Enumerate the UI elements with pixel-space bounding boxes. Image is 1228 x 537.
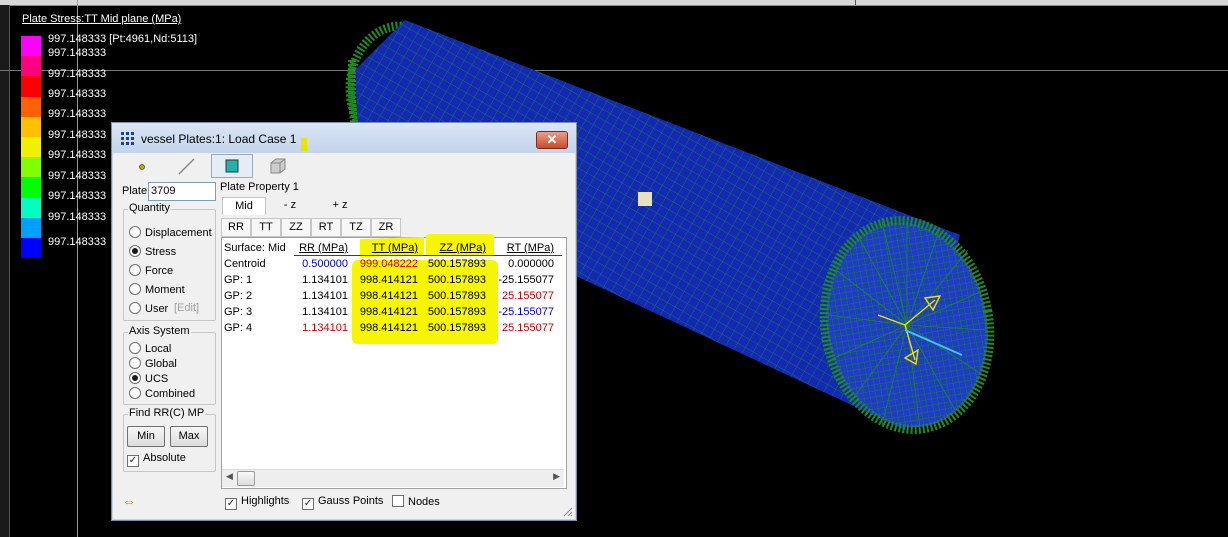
gauss-points-checkbox[interactable]: ✓ Gauss Points xyxy=(302,495,383,510)
scroll-left-icon[interactable]: ◀ xyxy=(226,471,233,482)
axis-combined-radio[interactable]: Combined xyxy=(129,387,195,400)
quantity-stress-radio[interactable]: Stress xyxy=(129,245,176,258)
legend-swatch xyxy=(21,56,41,77)
tab-surface-mid[interactable]: Mid xyxy=(222,197,266,215)
tab-surface-minus-z[interactable]: - z xyxy=(272,197,308,214)
plate-number-label: Plate xyxy=(122,185,148,197)
legend-swatch xyxy=(21,237,41,259)
legend-swatch xyxy=(21,96,41,117)
find-group: Find RR(C) MP Min Max ✓ Absolute xyxy=(123,407,216,472)
legend-label: 997.148333 xyxy=(48,190,107,202)
plate-property-label: Plate Property 1 xyxy=(220,181,299,193)
table-header[interactable]: RT (MPa) xyxy=(490,242,554,254)
close-button[interactable]: ✕ xyxy=(536,131,568,149)
find-max-button[interactable]: Max xyxy=(170,426,208,447)
quantity-force-radio[interactable]: Force xyxy=(129,264,173,277)
grid-app-icon xyxy=(121,132,134,145)
legend-label-min: 997.148333 xyxy=(48,236,107,248)
plate-tool-icon xyxy=(225,159,239,173)
tab-component-rt[interactable]: RT xyxy=(311,218,341,237)
highlight-mark xyxy=(301,138,307,151)
highlights-checkbox[interactable]: ✓ Highlights xyxy=(225,495,289,510)
tab-component-tt[interactable]: TT xyxy=(251,218,281,237)
legend-label-max: 997.148333 [Pt:4961,Nd:5113] xyxy=(48,33,198,45)
node-tool-button[interactable] xyxy=(121,154,163,178)
quantity-moment-radio[interactable]: Moment xyxy=(129,283,185,296)
node-tool-icon xyxy=(139,164,145,170)
quantity-group: Quantity Displacement Stress Force Momen… xyxy=(123,202,216,321)
axis-global-radio[interactable]: Global xyxy=(129,357,177,370)
line-tool-icon xyxy=(178,158,195,175)
tab-surface-plus-z[interactable]: + z xyxy=(320,197,360,214)
table-horizontal-scrollbar[interactable]: ◀ ▶ xyxy=(222,469,564,487)
table-header: Surface: Mid xyxy=(224,242,286,254)
find-min-button[interactable]: Min xyxy=(127,426,165,447)
scroll-right-icon[interactable]: ▶ xyxy=(553,471,560,482)
resize-grip-icon[interactable] xyxy=(561,505,573,517)
quantity-user-radio[interactable]: User xyxy=(129,302,168,315)
axis-system-title: Axis System xyxy=(128,325,191,337)
legend-label: 997.148333 xyxy=(48,129,107,141)
legend-swatch xyxy=(21,177,41,198)
absolute-checkbox[interactable]: ✓ Absolute xyxy=(127,452,186,467)
dialog-title: vessel Plates:1: Load Case 1 xyxy=(141,132,297,146)
brick-tool-button[interactable] xyxy=(256,154,298,178)
tab-component-rr[interactable]: RR xyxy=(221,218,251,237)
legend-label: 997.148333 xyxy=(48,88,107,100)
selected-plate-marker[interactable] xyxy=(638,192,652,206)
tab-component-zz[interactable]: ZZ xyxy=(281,218,311,237)
dialog-titlebar[interactable]: vessel Plates:1: Load Case 1 ✕ xyxy=(112,123,576,153)
table-header[interactable]: RR (MPa) xyxy=(294,242,348,254)
legend-swatch xyxy=(21,157,41,178)
swap-arrows-icon[interactable]: ⇔ xyxy=(122,493,136,509)
legend-swatch xyxy=(21,136,41,158)
quantity-displacement-radio[interactable]: Displacement xyxy=(129,226,212,239)
axis-ucs-radio[interactable]: UCS xyxy=(129,372,168,385)
legend-label: 997.148333 xyxy=(48,170,107,182)
legend-swatch xyxy=(21,76,41,97)
legend-swatch xyxy=(21,197,41,218)
legend-color-bar xyxy=(21,36,41,259)
tab-component-zr[interactable]: ZR xyxy=(371,218,401,237)
legend-label: 997.148333 xyxy=(48,108,107,120)
legend-label: 997.148333 xyxy=(48,47,107,59)
legend-swatch xyxy=(21,217,41,238)
axis-system-group: Axis System Local Global UCS Combined xyxy=(123,325,216,405)
brick-tool-icon xyxy=(270,158,286,174)
user-edit-link[interactable]: [Edit] xyxy=(174,302,199,314)
plate-number-input[interactable]: 3709 xyxy=(148,182,216,201)
nodes-checkbox[interactable]: Nodes xyxy=(392,495,440,508)
scroll-thumb[interactable] xyxy=(237,471,255,486)
legend-label: 997.148333 xyxy=(48,211,107,223)
legend-label: 997.148333 xyxy=(48,149,107,161)
quantity-group-title: Quantity xyxy=(128,202,171,214)
legend-title: Plate Stress:TT Mid plane (MPa) xyxy=(22,13,182,25)
axis-local-radio[interactable]: Local xyxy=(129,342,171,355)
table-header[interactable]: TT (MPa) xyxy=(354,242,418,254)
legend-label: 997.148333 xyxy=(48,68,107,80)
tab-component-tz[interactable]: TZ xyxy=(341,218,371,237)
legend-swatch xyxy=(21,116,41,137)
header-divider xyxy=(294,255,562,256)
plate-tool-button[interactable] xyxy=(211,154,253,178)
plate-results-dialog[interactable]: vessel Plates:1: Load Case 1 ✕ Plate 370… xyxy=(111,122,577,521)
results-table[interactable]: Surface: Mid RR (MPa) TT (MPa) ZZ (MPa) … xyxy=(221,234,567,489)
entity-toolbar xyxy=(121,154,293,178)
table-header[interactable]: ZZ (MPa) xyxy=(418,242,486,254)
find-group-title: Find RR(C) MP xyxy=(128,407,206,419)
legend-swatch xyxy=(21,36,41,57)
line-tool-button[interactable] xyxy=(165,154,207,178)
